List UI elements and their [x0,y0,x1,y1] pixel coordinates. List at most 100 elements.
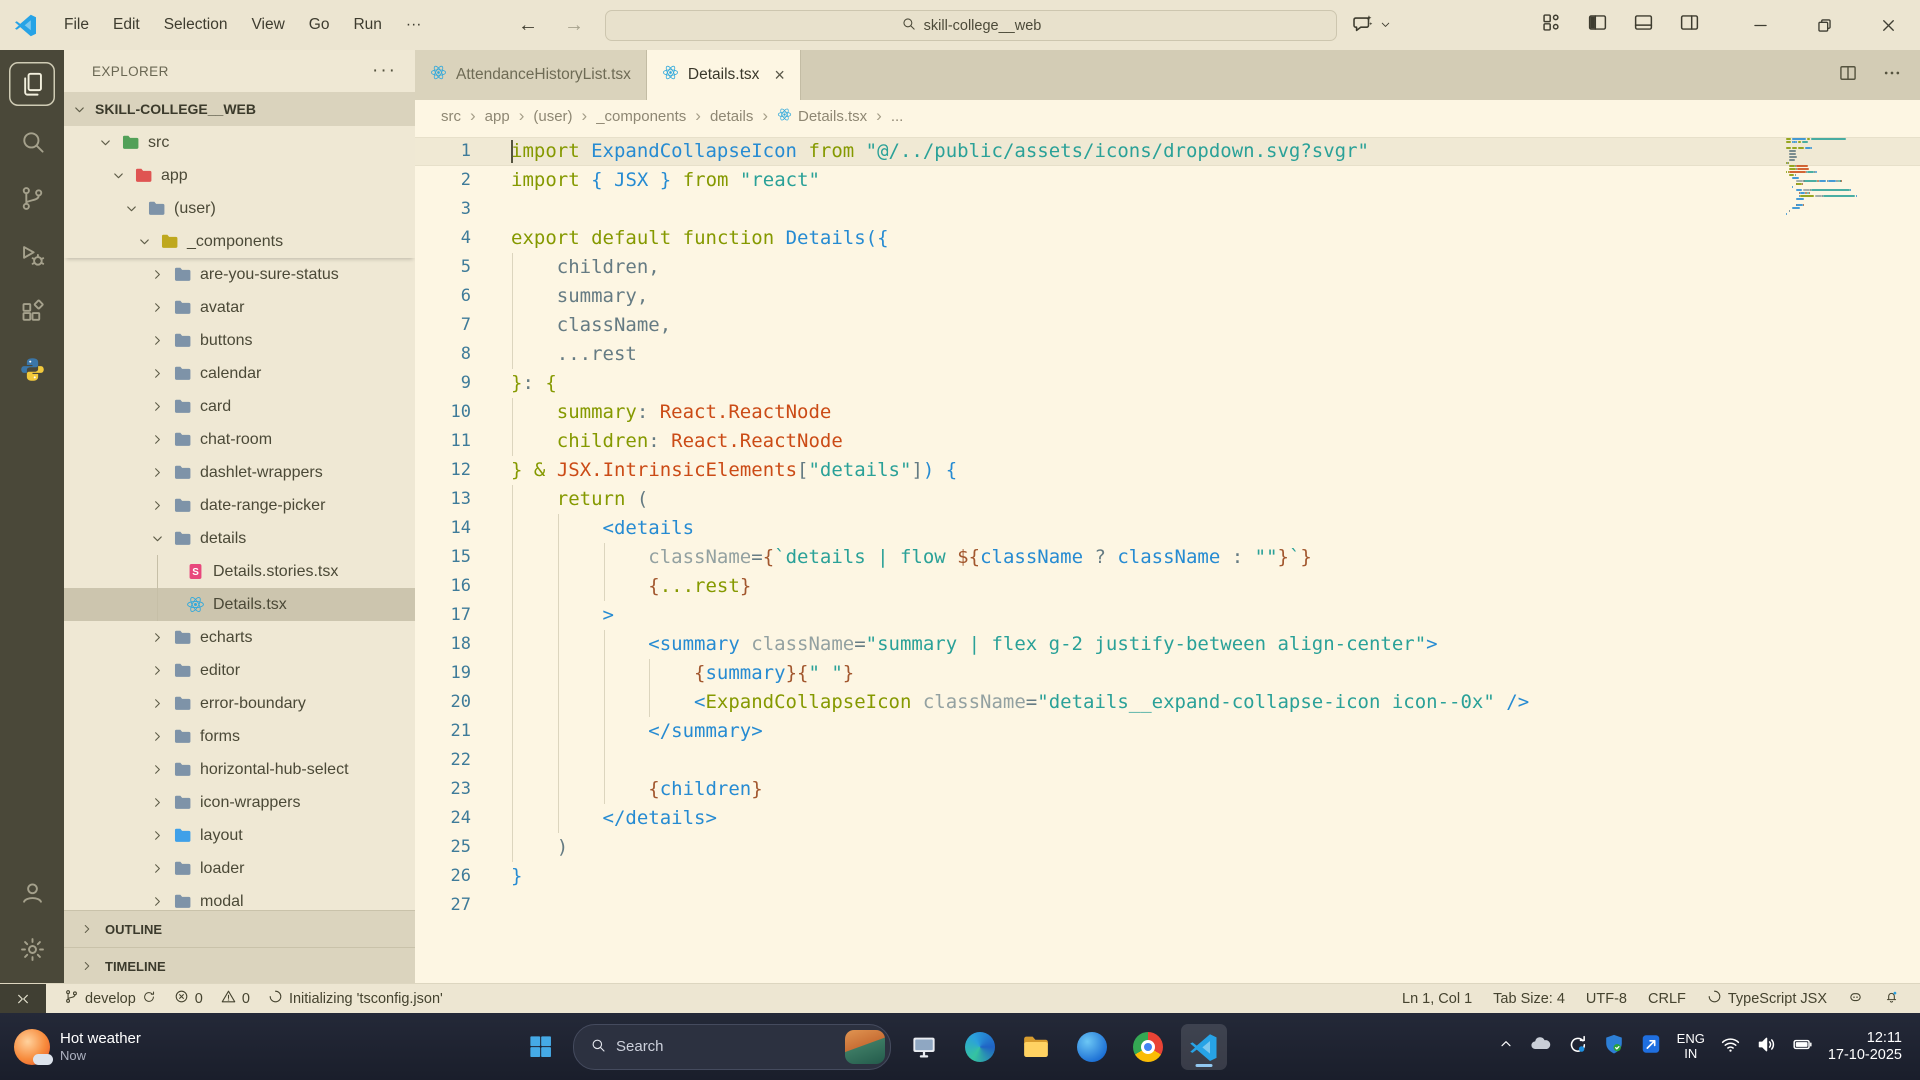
menu-file[interactable]: File [52,11,101,39]
toggle-secondary-sidebar-icon[interactable] [1679,12,1700,38]
taskbar-search[interactable]: Search [573,1024,891,1070]
code-line-16[interactable]: 16 {...rest} [415,572,1920,601]
code-line-20[interactable]: 20 <ExpandCollapseIcon className="detail… [415,688,1920,717]
tree-folder-date-range-picker[interactable]: date-range-picker [64,489,415,522]
breadcrumb-item[interactable]: details [710,108,753,125]
toggle-primary-sidebar-icon[interactable] [1587,12,1608,38]
code-line-24[interactable]: 24 </details> [415,804,1920,833]
onedrive-icon[interactable] [1529,1033,1551,1060]
taskbar-app-vscode[interactable] [1181,1024,1227,1070]
tree-folder-app[interactable]: app [64,159,415,192]
status-errors[interactable]: 0 [174,989,203,1008]
code-line-13[interactable]: 13 return ( [415,485,1920,514]
code-line-6[interactable]: 6 summary, [415,282,1920,311]
taskbar-app-app-window[interactable] [901,1024,947,1070]
tree-folder-buttons[interactable]: buttons [64,324,415,357]
tree-folder-forms[interactable]: forms [64,720,415,753]
breadcrumb-item[interactable]: _components [596,108,686,125]
taskbar-app-edge[interactable] [957,1024,1003,1070]
security-shield-icon[interactable] [1603,1033,1625,1060]
status-encoding[interactable]: UTF-8 [1586,991,1627,1007]
status-language-mode[interactable]: TypeScript JSX [1707,989,1827,1008]
code-line-11[interactable]: 11 children: React.ReactNode [415,427,1920,456]
explorer-more-actions[interactable]: ··· [372,60,397,82]
volume-icon[interactable] [1756,1034,1777,1060]
code-editor[interactable]: 1import ExpandCollapseIcon from "@/../pu… [415,132,1920,984]
maximize-button[interactable] [1792,0,1856,50]
close-tab-icon[interactable]: × [774,65,785,86]
sync-icon[interactable] [1566,1033,1588,1060]
code-line-5[interactable]: 5 children, [415,253,1920,282]
code-line-10[interactable]: 10 summary: React.ReactNode [415,398,1920,427]
tree-folder-chat-room[interactable]: chat-room [64,423,415,456]
breadcrumb-item[interactable]: app [485,108,510,125]
tab-details-tsx[interactable]: Details.tsx× [647,50,801,100]
tree-folder-editor[interactable]: editor [64,654,415,687]
code-line-25[interactable]: 25 ) [415,833,1920,862]
tree-folder-echarts[interactable]: echarts [64,621,415,654]
activitybar-source-control[interactable] [9,176,55,220]
tree-folder-are-you-sure-status[interactable]: are-you-sure-status [64,258,415,291]
customize-layout-icon[interactable] [1541,12,1562,38]
start-button[interactable] [517,1024,563,1070]
menu-run[interactable]: Run [341,11,393,39]
weather-widget[interactable]: Hot weather Now [14,1029,141,1065]
code-line-27[interactable]: 27 [415,891,1920,920]
tree-folder-error-boundary[interactable]: error-boundary [64,687,415,720]
code-line-3[interactable]: 3 [415,195,1920,224]
tree-folder--components[interactable]: _components [64,225,415,258]
close-button[interactable] [1856,0,1920,50]
hidden-icons-chevron-icon[interactable] [1498,1036,1514,1057]
phone-link-icon[interactable] [1640,1033,1662,1060]
tree-file-details-stories-tsx[interactable]: SDetails.stories.tsx [64,555,415,588]
tree-folder-modal[interactable]: modal [64,885,415,910]
minimize-button[interactable] [1728,0,1792,50]
menu-go[interactable]: Go [297,11,342,39]
status-eol[interactable]: CRLF [1648,991,1686,1007]
tree-folder-layout[interactable]: layout [64,819,415,852]
code-line-19[interactable]: 19 {summary}{" "} [415,659,1920,688]
remote-indicator[interactable] [0,984,46,1013]
tree-folder--user-[interactable]: (user) [64,192,415,225]
status-indentation[interactable]: Tab Size: 4 [1493,991,1565,1007]
tree-file-details-tsx[interactable]: Details.tsx [64,588,415,621]
code-line-14[interactable]: 14 <details [415,514,1920,543]
status-copilot-status[interactable] [1848,989,1863,1008]
breadcrumb-item[interactable]: (user) [533,108,572,125]
status-task-progress[interactable]: Initializing 'tsconfig.json' [268,989,443,1008]
split-editor-icon[interactable] [1838,63,1858,88]
status-git-branch-status[interactable]: develop [64,989,156,1008]
tree-folder-avatar[interactable]: avatar [64,291,415,324]
code-line-7[interactable]: 7 className, [415,311,1920,340]
code-line-17[interactable]: 17 > [415,601,1920,630]
code-line-26[interactable]: 26} [415,862,1920,891]
editor-more-actions-icon[interactable] [1882,63,1902,88]
code-line-22[interactable]: 22 [415,746,1920,775]
activitybar-accounts[interactable] [9,870,55,914]
command-center-search[interactable]: skill-college__web [605,10,1337,41]
code-line-23[interactable]: 23 {children} [415,775,1920,804]
activitybar-python[interactable] [9,347,55,391]
forward-button[interactable]: → [564,14,584,37]
language-indicator[interactable]: ENG IN [1677,1032,1705,1061]
activitybar-search[interactable] [9,119,55,163]
code-line-4[interactable]: 4export default function Details({ [415,224,1920,253]
minimap[interactable] [1786,138,1864,219]
back-button[interactable]: ← [518,14,538,37]
breadcrumb-item[interactable]: ... [891,108,904,125]
activitybar-explorer[interactable] [9,62,55,106]
code-line-18[interactable]: 18 <summary className="summary | flex g-… [415,630,1920,659]
tree-folder-icon-wrappers[interactable]: icon-wrappers [64,786,415,819]
battery-icon[interactable] [1792,1034,1813,1060]
code-line-12[interactable]: 12} & JSX.IntrinsicElements["details"]) … [415,456,1920,485]
tree-folder-loader[interactable]: loader [64,852,415,885]
taskbar-app-chrome[interactable] [1125,1024,1171,1070]
section-outline[interactable]: OUTLINE [64,910,415,947]
breadcrumb-item[interactable]: src [441,108,461,125]
status-cursor-position[interactable]: Ln 1, Col 1 [1402,991,1472,1007]
tree-folder-calendar[interactable]: calendar [64,357,415,390]
clock[interactable]: 12:11 17-10-2025 [1828,1030,1902,1064]
taskbar-app-edge-blue[interactable] [1069,1024,1115,1070]
menu-[interactable]: ··· [394,11,434,39]
section-timeline[interactable]: TIMELINE [64,947,415,984]
